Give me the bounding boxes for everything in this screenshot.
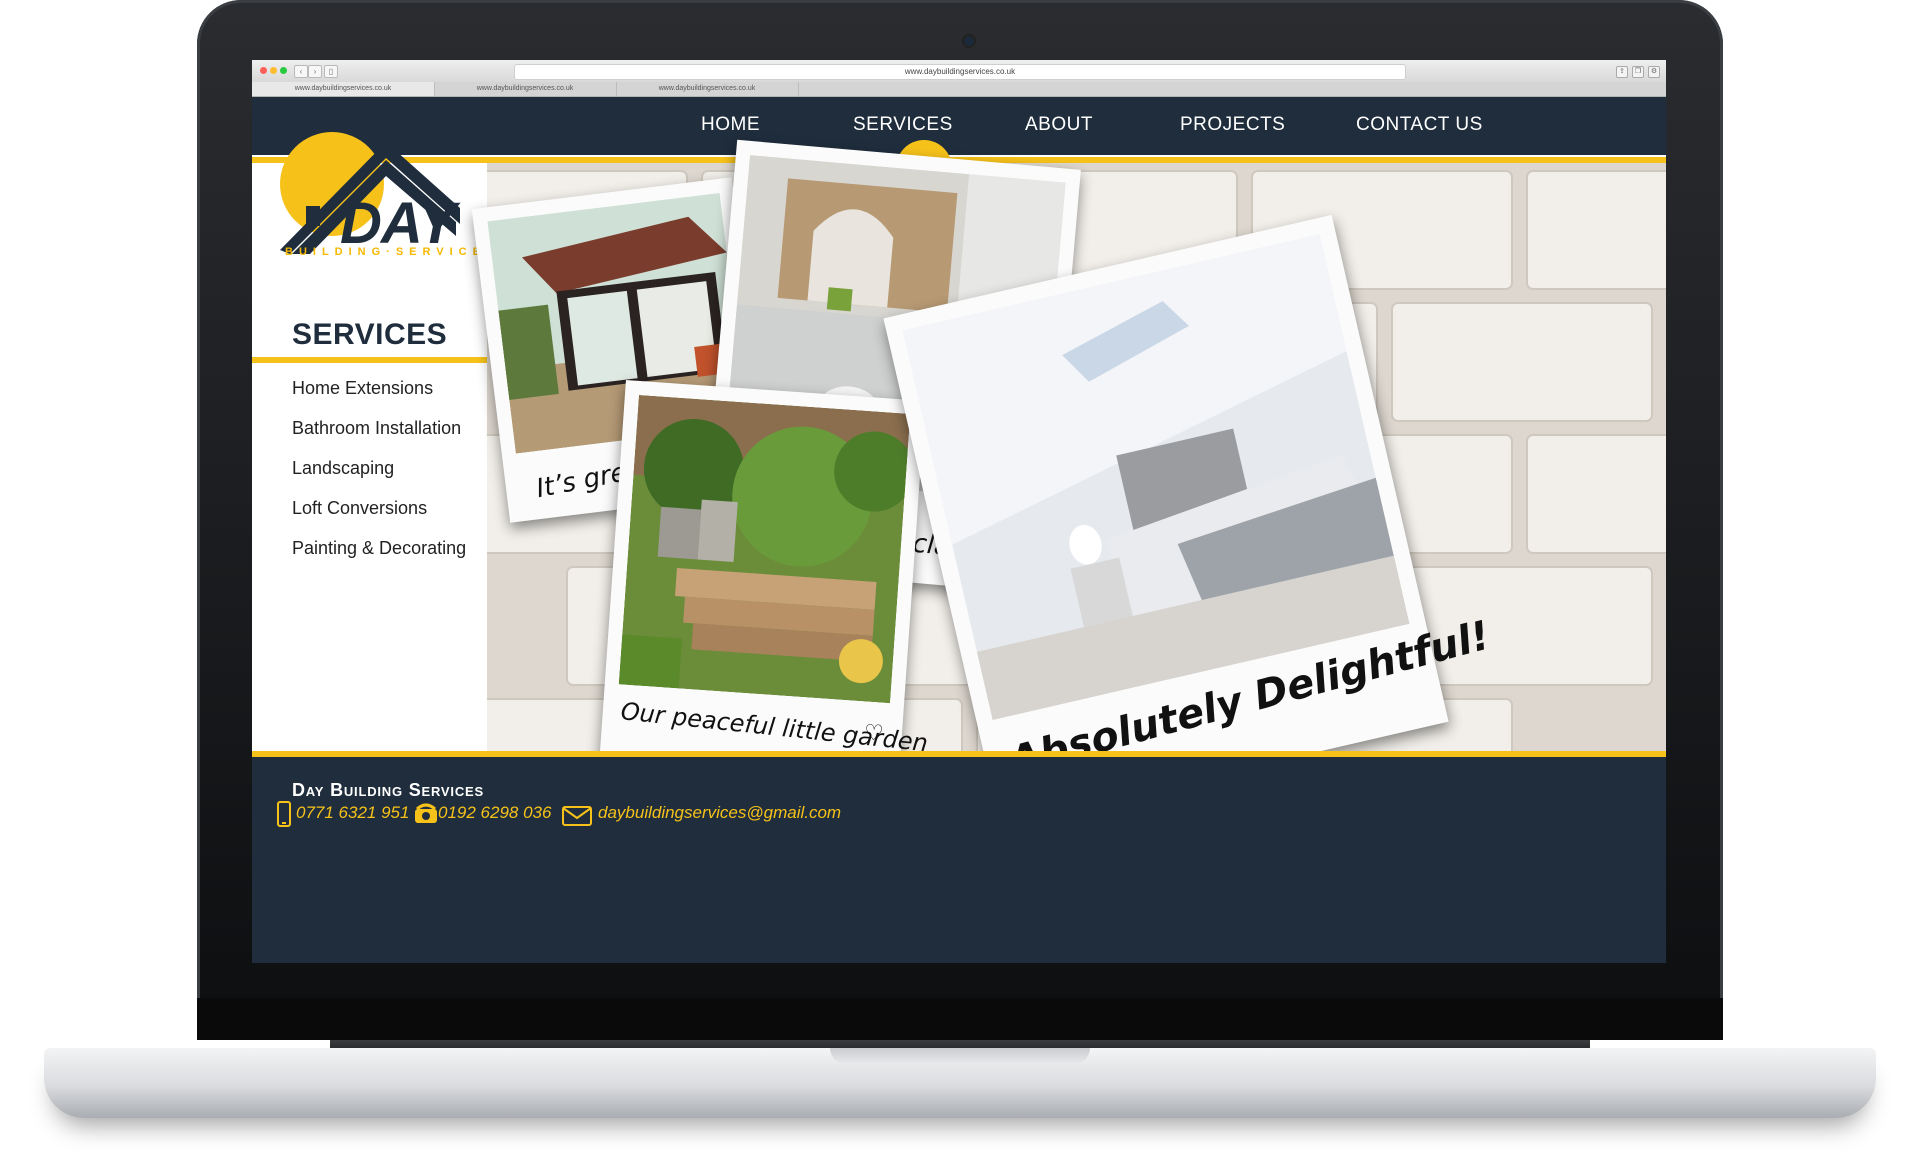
bezel-bottom: [197, 998, 1723, 1040]
sidebar-item-home-extensions[interactable]: Home Extensions: [292, 378, 433, 399]
browser-tab[interactable]: www.daybuildingservices.co.uk: [616, 82, 799, 96]
footer-email-link[interactable]: daybuildingservices@gmail.com: [598, 803, 841, 823]
browser-toolbar: ‹ › ▯ www.daybuildingservices.co.uk ⇪ ❐ …: [252, 60, 1666, 83]
logo-tagline: BUILDING·SERVICES: [285, 246, 500, 258]
garden-photo: [618, 394, 911, 704]
browser-tab[interactable]: www.daybuildingservices.co.uk: [252, 82, 435, 96]
zoom-window-icon[interactable]: [280, 67, 287, 74]
telephone-icon: [415, 803, 437, 823]
footer-company-name: Day Building Services: [292, 780, 484, 800]
sidebar-item-bathroom-installation[interactable]: Bathroom Installation: [292, 418, 461, 439]
forward-icon[interactable]: ›: [308, 65, 322, 78]
sidebar-item-loft-conversions[interactable]: Loft Conversions: [292, 498, 427, 519]
camera-dot: [964, 36, 974, 46]
heart-icon: ♡: [863, 719, 885, 746]
tabs-icon[interactable]: ❐: [1632, 66, 1644, 78]
browser-tab[interactable]: www.daybuildingservices.co.uk: [434, 82, 617, 96]
sidebar-title: SERVICES: [292, 318, 448, 351]
sidebar-underline: [252, 357, 492, 363]
sidebar-item-painting-decorating[interactable]: Painting & Decorating: [292, 538, 466, 559]
footer-phone-number[interactable]: 0192 6298 036: [438, 803, 551, 823]
sidebar-toggle-icon[interactable]: ▯: [324, 65, 338, 78]
photo-card-garden[interactable]: Our peaceful little garden ♡: [598, 380, 929, 790]
address-bar[interactable]: www.daybuildingservices.co.uk: [514, 64, 1406, 80]
tab-bar: www.daybuildingservices.co.uk www.daybui…: [252, 82, 1666, 97]
nav-projects[interactable]: PROJECTS: [1180, 114, 1285, 136]
nav-about[interactable]: ABOUT: [1025, 114, 1093, 136]
nav-services[interactable]: SERVICES: [853, 114, 953, 136]
footer-mobile-number[interactable]: 0771 6321 951: [296, 803, 409, 823]
mobile-phone-icon: [277, 801, 291, 827]
sidebar-item-landscaping[interactable]: Landscaping: [292, 458, 394, 479]
envelope-icon: [562, 806, 592, 826]
share-icon[interactable]: ⇪: [1616, 66, 1628, 78]
close-window-icon[interactable]: [260, 67, 267, 74]
nav-home[interactable]: HOME: [701, 114, 760, 136]
nav-contact-us[interactable]: CONTACT US: [1356, 114, 1483, 136]
laptop-notch: [830, 1048, 1090, 1064]
settings-icon[interactable]: ⚙: [1648, 66, 1660, 78]
minimize-window-icon[interactable]: [270, 67, 277, 74]
loft-photo: [902, 234, 1410, 721]
back-icon[interactable]: ‹: [294, 65, 308, 78]
browser-screen: ‹ › ▯ www.daybuildingservices.co.uk ⇪ ❐ …: [252, 60, 1666, 963]
